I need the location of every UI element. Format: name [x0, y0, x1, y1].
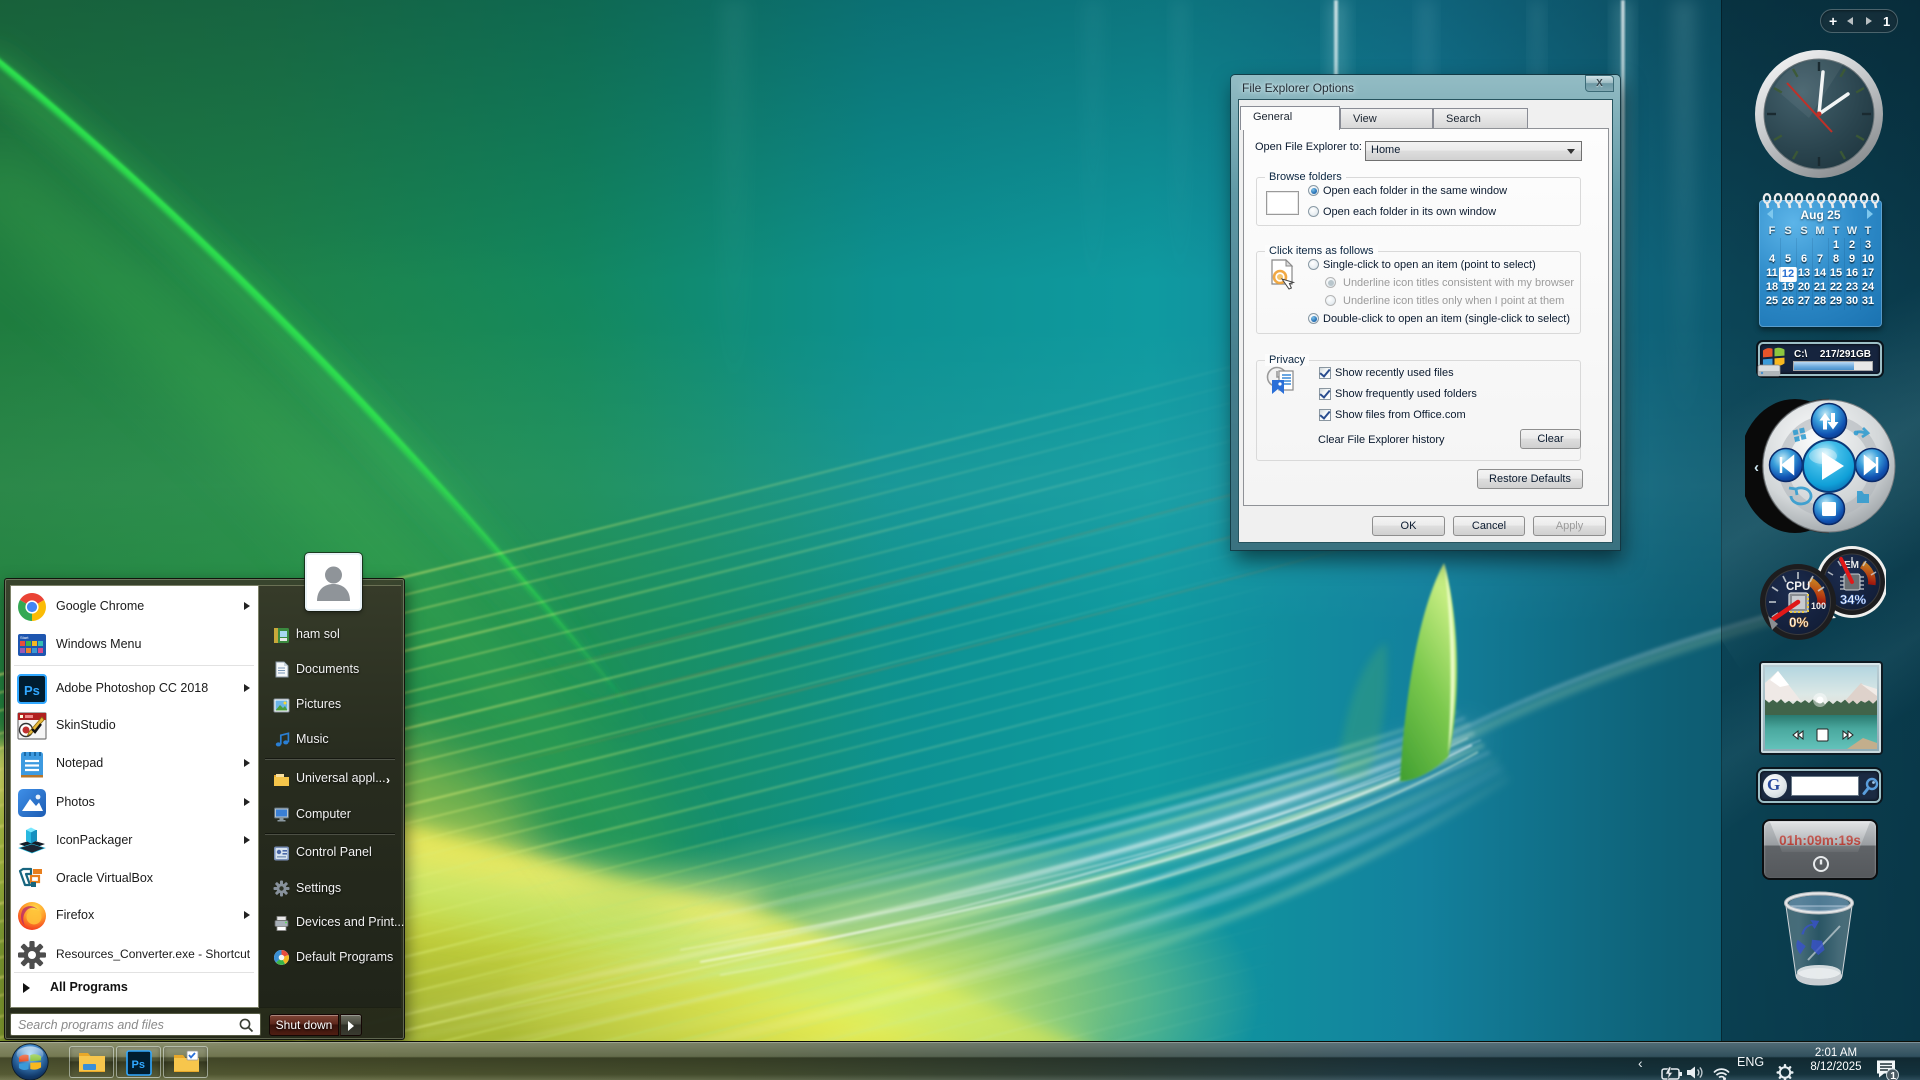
svg-text:Ps: Ps — [132, 1059, 145, 1071]
svg-text:100: 100 — [1811, 601, 1826, 611]
svg-text:CPU: CPU — [1786, 581, 1810, 593]
svg-text:0%: 0% — [1789, 615, 1809, 630]
svg-text:Ps: Ps — [24, 683, 40, 698]
svg-text:‹: ‹ — [1754, 459, 1759, 476]
svg-text:Start: Start — [20, 635, 29, 640]
svg-text:34%: 34% — [1840, 592, 1866, 607]
svg-text:1: 1 — [1890, 1070, 1896, 1080]
